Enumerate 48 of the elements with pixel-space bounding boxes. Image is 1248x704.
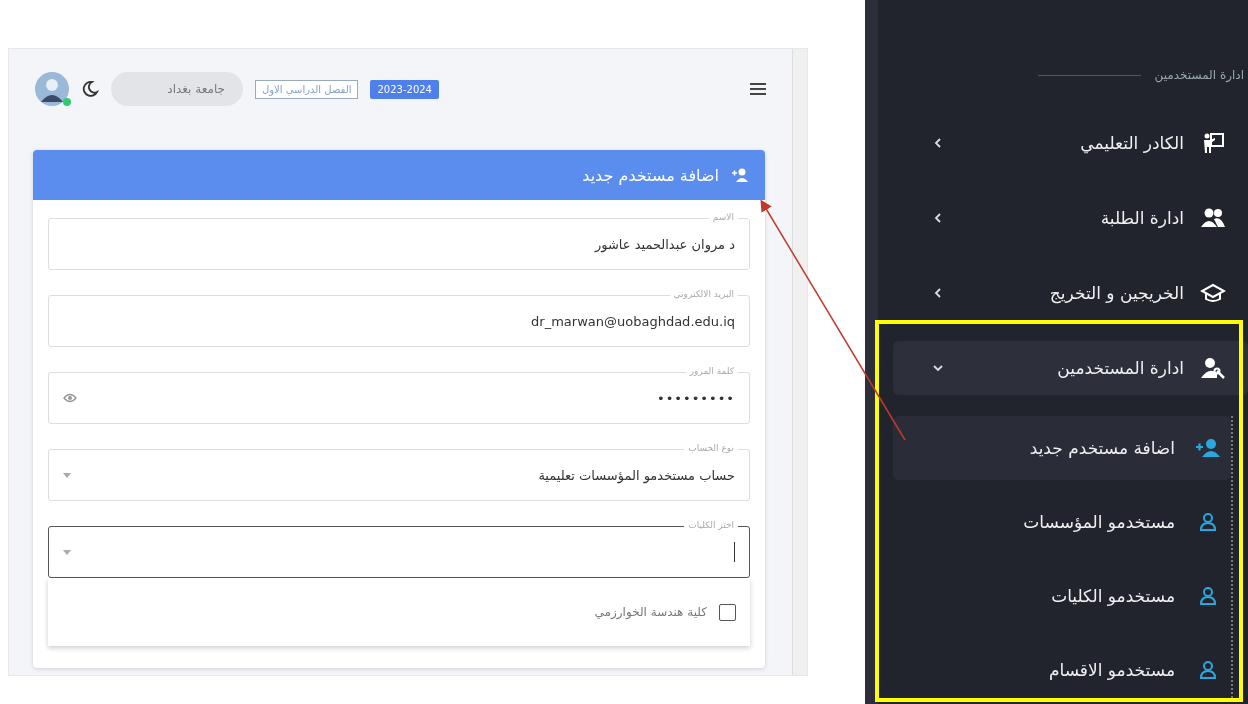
user-add-icon [1195, 438, 1221, 458]
field-label: كلمة المرور [685, 365, 738, 377]
submenu-item[interactable]: مستخدمو الكليات [893, 564, 1231, 628]
people-icon [1200, 207, 1226, 229]
chevron-left-icon [933, 288, 943, 298]
menu-label: ادارة المستخدمين [1057, 358, 1184, 378]
eye-icon[interactable] [63, 393, 77, 403]
field-value: د مروان عبدالحميد عاشور [594, 236, 735, 252]
field-value: ••••••••• [657, 390, 735, 406]
user-wrench-icon [1200, 356, 1226, 380]
field-value: حساب مستخدمو المؤسسات تعليمية [538, 467, 735, 483]
menu-label: مستخدمو الكليات [1051, 586, 1175, 606]
text-cursor [733, 542, 735, 562]
chevron-left-icon [933, 213, 943, 223]
user-add-icon [731, 167, 749, 183]
field-label: البريد الالكتروني [669, 288, 738, 300]
field-label: اختر الكليات [684, 519, 738, 531]
menu-label: مستخدمو الاقسام [1049, 660, 1175, 680]
year-badge: 2023-2024 [370, 79, 439, 99]
graduation-cap-icon [1200, 282, 1226, 304]
menu-label: الكادر التعليمي [1080, 133, 1184, 153]
field-label: نوع الحساب [684, 442, 738, 454]
option-label: كلية هندسة الخوارزمي [594, 605, 707, 619]
submenu-item[interactable]: مستخدمو المؤسسات [893, 490, 1231, 554]
card-title: اضافة مستخدم جديد [582, 165, 719, 185]
sidebar-item[interactable]: ادارة المستخدمين [893, 341, 1248, 395]
avatar[interactable] [35, 72, 69, 106]
sidebar-item[interactable]: ادارة الطلبة [893, 191, 1248, 245]
sidebar-item[interactable]: الكادر التعليمي [893, 116, 1248, 170]
submenu-item[interactable]: مستخدمو الاقسام [893, 638, 1231, 702]
sidebar-item[interactable]: الخريجين و التخريج [893, 266, 1248, 320]
checkbox[interactable] [719, 603, 736, 621]
submenu-item[interactable]: اضافة مستخدم جديد [893, 416, 1231, 480]
section-title: ادارة المستخدمين [1154, 68, 1244, 82]
semester-tag: الفصل الدراسي الاول [255, 79, 359, 99]
menu-label: ادارة الطلبة [1100, 208, 1184, 228]
field-label: الاسم [708, 211, 738, 223]
chevron-down-icon [933, 363, 943, 373]
scrollbar[interactable] [792, 49, 807, 675]
field-value: dr_marwan@uobaghdad.edu.iq [531, 313, 735, 329]
menu-icon[interactable] [749, 82, 767, 96]
chevron-left-icon [933, 138, 943, 148]
online-dot [63, 98, 71, 106]
menu-label: مستخدمو المؤسسات [1023, 512, 1175, 532]
moon-icon[interactable] [81, 80, 99, 98]
menu-label: اضافة مستخدم جديد [1029, 438, 1175, 458]
menu-label: الخريجين و التخريج [1049, 283, 1184, 303]
university-field[interactable]: جامعة بغداد [111, 72, 243, 106]
